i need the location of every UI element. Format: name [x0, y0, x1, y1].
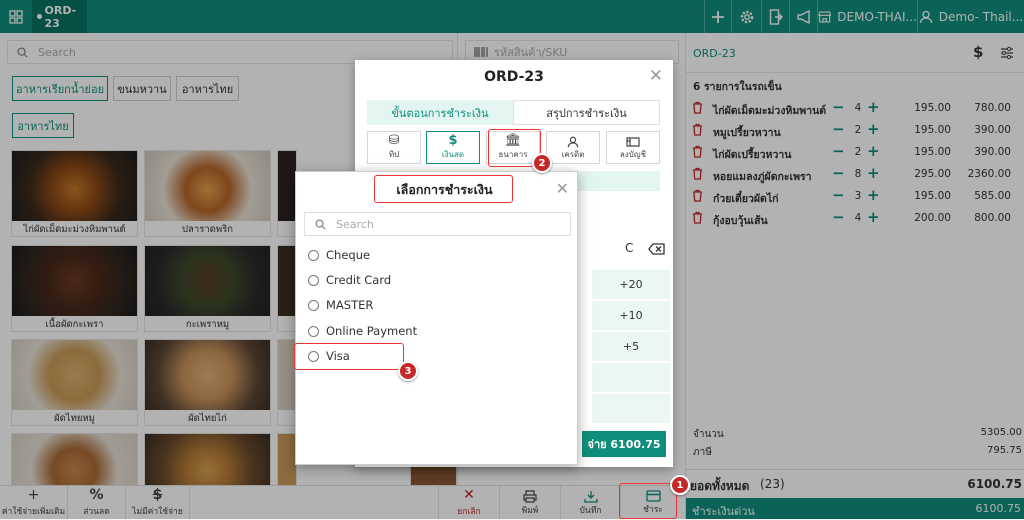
quick-amount-empty[interactable]: [592, 394, 670, 424]
payment-modal-title: ORD-23: [484, 69, 544, 85]
quick-amount-empty[interactable]: [592, 363, 670, 393]
clear-button[interactable]: C: [625, 241, 633, 255]
method-cash-label: เงินสด: [441, 150, 465, 159]
method-tip-label: ทิป: [388, 150, 400, 159]
method-account[interactable]: ลงบัญชี: [606, 131, 660, 164]
dollar-icon: $: [448, 133, 458, 148]
quick-amount-10[interactable]: +10: [592, 301, 670, 331]
method-cash[interactable]: $ เงินสด: [426, 131, 480, 164]
user-icon: [567, 136, 579, 148]
select-payment-title: เลือกการชำระเงิน: [396, 182, 493, 197]
option-label: Cheque: [326, 248, 371, 262]
select-payment-dialog: เลือกการชำระเงิน ✕ Search Cheque Credit …: [295, 171, 578, 465]
tab-payment-summary[interactable]: สรุปการชำระเงิน: [513, 100, 660, 125]
tab-payment-steps[interactable]: ขั้นตอนการชำระเงิน: [367, 100, 513, 125]
radio-button[interactable]: [308, 350, 319, 362]
option-label: Visa: [326, 349, 350, 363]
method-tip[interactable]: ⛁ ทิป: [367, 131, 421, 164]
bank-icon: 🏛: [504, 133, 522, 148]
quick-amount-20[interactable]: +20: [592, 270, 670, 300]
method-credit[interactable]: เครดิต: [546, 131, 600, 164]
pay-total-button[interactable]: จ่าย 6100.75: [582, 431, 666, 457]
coins-icon: ⛁: [388, 133, 400, 148]
option-master[interactable]: MASTER: [308, 296, 508, 314]
radio-button[interactable]: [308, 325, 319, 337]
close-icon[interactable]: ✕: [556, 179, 569, 198]
radio-button[interactable]: [308, 299, 319, 311]
payment-search-input[interactable]: Search: [304, 212, 571, 236]
step-badge-2: 2: [532, 153, 552, 173]
option-credit-card[interactable]: Credit Card: [308, 271, 508, 289]
option-cheque[interactable]: Cheque: [308, 246, 508, 264]
radio-button[interactable]: [308, 274, 319, 286]
radio-button[interactable]: [308, 249, 319, 261]
option-label: Credit Card: [326, 273, 392, 287]
method-credit-label: เครดิต: [561, 150, 585, 159]
method-bank-label: ธนาคาร: [498, 150, 528, 159]
quick-amount-5[interactable]: +5: [592, 332, 670, 362]
option-label: Online Payment: [326, 324, 418, 338]
backspace-icon[interactable]: [648, 243, 665, 255]
option-label: MASTER: [326, 298, 374, 312]
option-online-payment[interactable]: Online Payment: [308, 322, 508, 340]
ledger-icon: [626, 137, 640, 147]
step-badge-3: 3: [398, 361, 418, 381]
payment-search-placeholder: Search: [336, 217, 374, 231]
search-icon: [315, 218, 326, 230]
close-icon[interactable]: ✕: [649, 66, 663, 86]
method-account-label: ลงบัญชี: [619, 150, 647, 159]
step-badge-1: 1: [670, 475, 690, 495]
